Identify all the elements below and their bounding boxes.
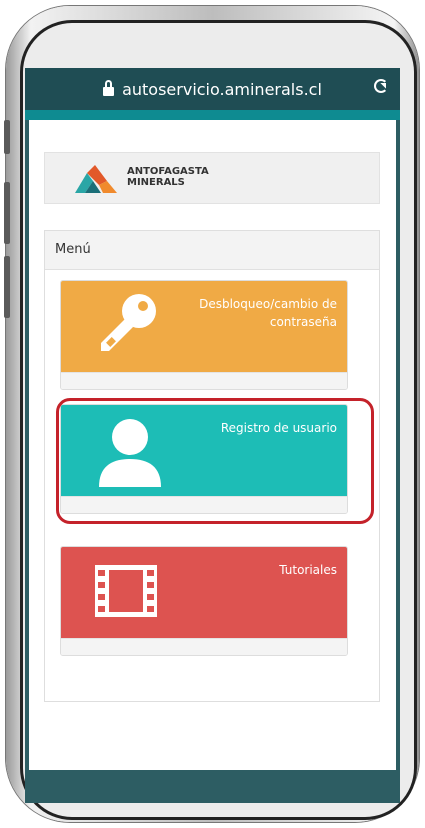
address-bar[interactable]: autoservicio.aminerals.cl [25, 68, 400, 110]
tile-unlock-password[interactable]: Desbloqueo/cambio de contraseña [60, 280, 348, 390]
logo-line-2: MINERALS [127, 177, 185, 188]
refresh-icon[interactable] [374, 79, 388, 93]
tile-tutorials-footer[interactable] [61, 638, 347, 655]
film-icon [95, 565, 157, 617]
logo-line-1: ANTOFAGASTA [127, 166, 209, 177]
tile-unlock-body[interactable]: Desbloqueo/cambio de contraseña [61, 281, 347, 375]
tile-tutorials[interactable]: Tutoriales [60, 546, 348, 656]
tile-unlock-label[interactable]: Desbloqueo/cambio de contraseña [157, 295, 337, 331]
phone-side-button-mute [4, 120, 10, 154]
bottom-bar [25, 770, 400, 803]
tile-tutorials-label[interactable]: Tutoriales [157, 561, 337, 579]
menu-title: Menú [45, 231, 379, 270]
url-text[interactable]: autoservicio.aminerals.cl [122, 80, 322, 99]
highlight-outline [56, 398, 374, 524]
key-icon [101, 294, 156, 351]
tile-unlock-footer[interactable] [61, 372, 347, 389]
site-header: ANTOFAGASTA MINERALS [44, 152, 380, 204]
company-logo-text: ANTOFAGASTA MINERALS [127, 166, 209, 188]
tile-tutorials-body[interactable]: Tutoriales [61, 547, 347, 641]
antofagasta-logo-icon [75, 165, 117, 193]
accent-strip [25, 110, 400, 120]
phone-side-button-volume-up [4, 182, 10, 244]
phone-side-button-volume-down [4, 256, 10, 318]
lock-icon [103, 79, 115, 97]
